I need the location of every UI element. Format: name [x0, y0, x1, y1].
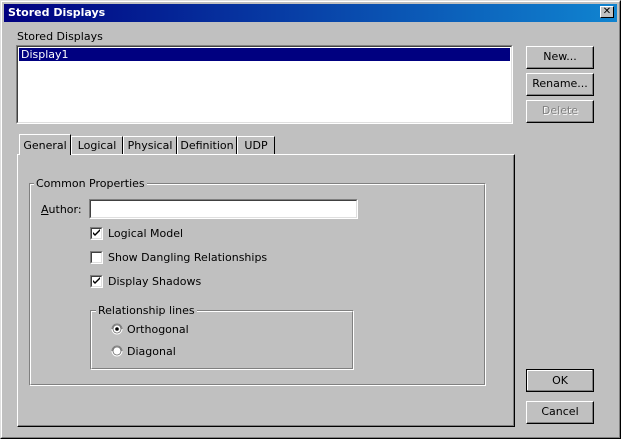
tab-udp[interactable]: UDP	[237, 136, 275, 154]
tab-definition[interactable]: Definition	[177, 136, 237, 154]
radio-dot-icon	[115, 327, 119, 331]
orthogonal-radio[interactable]	[111, 323, 123, 335]
cancel-button[interactable]: Cancel	[526, 401, 594, 424]
new-button[interactable]: New...	[526, 46, 594, 69]
ok-button[interactable]: OK	[526, 369, 594, 392]
checkmark-icon	[93, 229, 100, 236]
show-dangling-relationships-label[interactable]: Show Dangling Relationships	[108, 251, 267, 264]
logical-model-checkbox[interactable]	[90, 227, 103, 240]
author-label: Author:	[41, 203, 82, 216]
tab-general[interactable]: General	[19, 134, 71, 155]
delete-button[interactable]: Delete	[526, 100, 594, 123]
tab-logical[interactable]: Logical	[71, 136, 123, 154]
diagonal-label[interactable]: Diagonal	[127, 345, 176, 358]
close-button[interactable]: ✕	[600, 6, 614, 18]
display-shadows-checkbox[interactable]	[90, 275, 103, 288]
stored-displays-label: Stored Displays	[17, 30, 103, 43]
list-item-display1[interactable]: Display1	[19, 48, 510, 61]
display-shadows-label[interactable]: Display Shadows	[108, 275, 201, 288]
close-icon: ✕	[602, 6, 612, 17]
logical-model-label[interactable]: Logical Model	[108, 227, 183, 240]
relationship-lines-group	[90, 310, 354, 370]
stored-displays-dialog: Stored Displays ✕ Stored Displays Displa…	[0, 0, 621, 439]
common-properties-label: Common Properties	[34, 177, 147, 190]
window-title: Stored Displays	[8, 6, 106, 19]
show-dangling-relationships-checkbox[interactable]	[90, 251, 103, 264]
orthogonal-label[interactable]: Orthogonal	[127, 323, 189, 336]
ok-button-label: OK	[527, 370, 593, 391]
checkmark-icon	[93, 277, 100, 284]
stored-displays-list[interactable]: Display1	[16, 45, 513, 124]
diagonal-radio[interactable]	[111, 345, 123, 357]
rename-button[interactable]: Rename...	[526, 73, 594, 96]
tab-physical[interactable]: Physical	[123, 136, 177, 154]
title-bar[interactable]: Stored Displays ✕	[4, 4, 617, 22]
relationship-lines-label: Relationship lines	[96, 304, 197, 317]
author-field[interactable]	[89, 199, 358, 219]
